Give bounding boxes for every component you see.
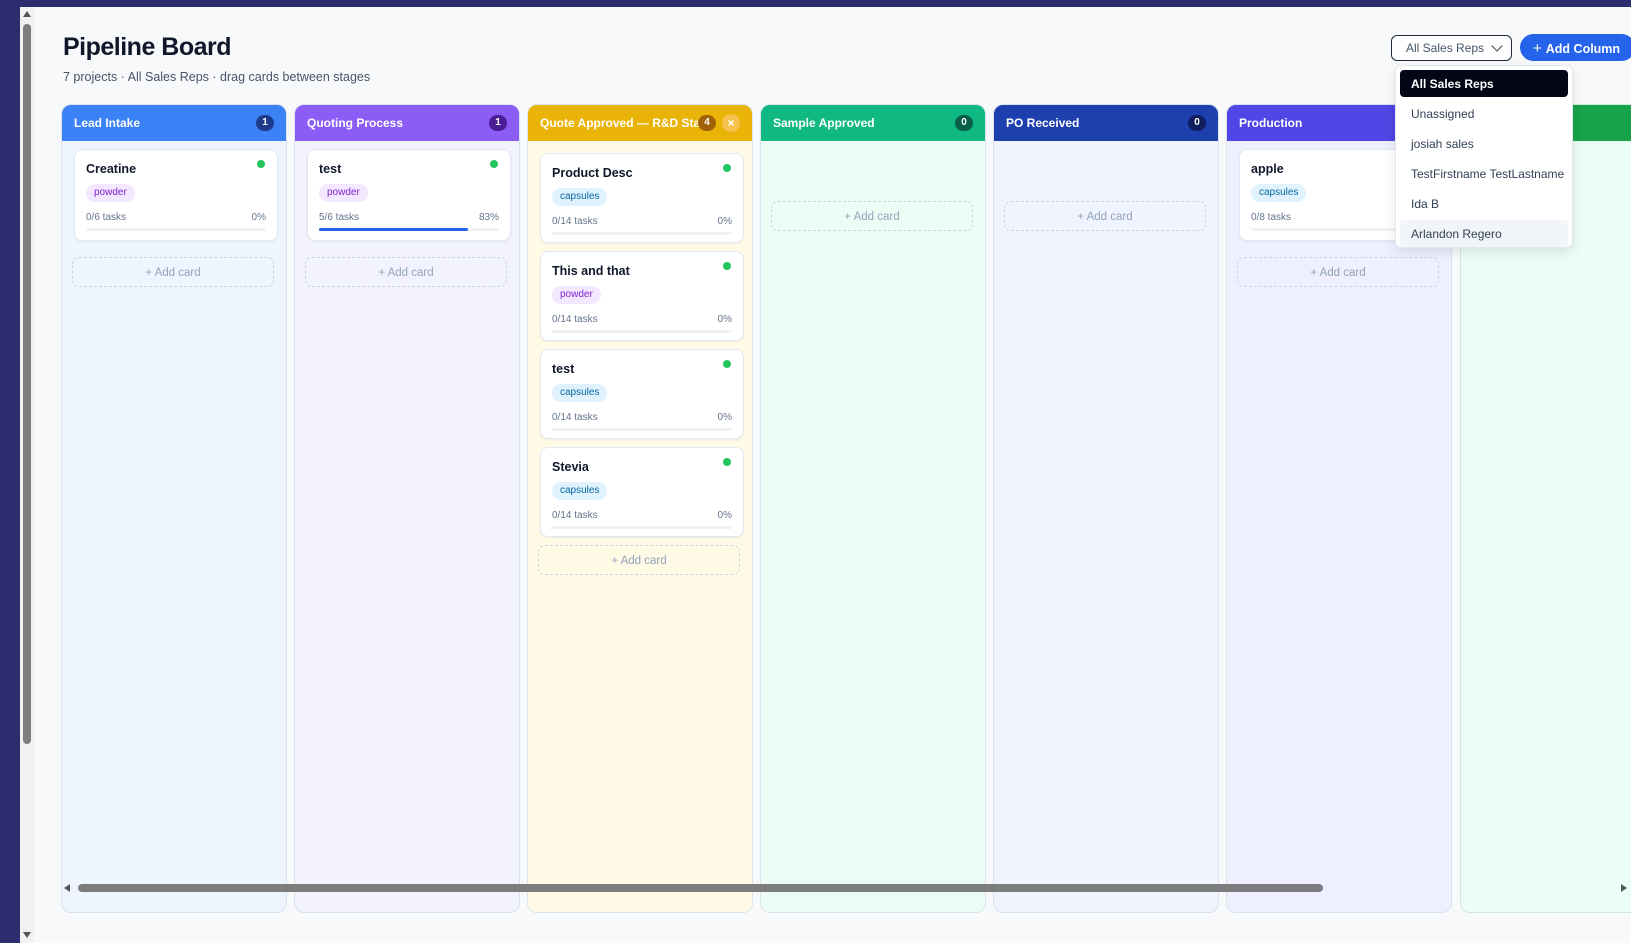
project-card[interactable]: test powder 5/6 tasks 83% [307, 149, 511, 241]
product-type-tag: powder [319, 184, 368, 202]
column-header[interactable]: Sample Approved 0 [761, 105, 985, 141]
sales-rep-filter-value: All Sales Reps [1406, 41, 1485, 55]
column-count-badge: 1 [489, 115, 507, 131]
column-title: Production [1239, 116, 1303, 130]
progress-bar [86, 228, 266, 231]
status-dot-icon [723, 458, 731, 466]
product-type-tag: capsules [552, 482, 608, 500]
progress-bar [552, 526, 732, 529]
add-card-button[interactable]: + Add card [305, 257, 507, 287]
page-subtitle: 7 projects · All Sales Reps · drag cards… [63, 70, 371, 84]
status-dot-icon [723, 360, 731, 368]
progress-bar [552, 232, 732, 235]
add-column-label: Add Column [1545, 42, 1621, 56]
progress-percent: 0% [717, 412, 732, 423]
vertical-scroll-thumb[interactable] [23, 24, 31, 744]
column-count-badge: 0 [955, 115, 973, 131]
add-column-button[interactable]: + Add Column [1520, 34, 1631, 61]
scroll-up-arrow-icon[interactable] [23, 11, 31, 17]
project-card[interactable]: test capsules 0/14 tasks 0% [540, 349, 744, 439]
task-count: 0/14 tasks [552, 216, 598, 227]
product-type-tag: powder [552, 286, 601, 304]
progress-bar-fill [319, 228, 469, 231]
status-dot-icon [723, 164, 731, 172]
column-title: PO Received [1006, 116, 1080, 130]
column-header[interactable]: Quoting Process 1 [295, 105, 519, 141]
product-type-tag: capsules [1251, 184, 1307, 202]
column-po-received: PO Received 0 + Add card [993, 104, 1219, 913]
plus-icon: + [1533, 40, 1542, 57]
dropdown-option-testfirstname-testlastname[interactable]: TestFirstname TestLastname [1400, 160, 1568, 187]
product-type-tag: powder [86, 184, 135, 202]
column-header[interactable]: Quote Approved — R&D Sta... 4 × [528, 105, 752, 141]
horizontal-scrollbar[interactable] [62, 882, 1631, 894]
card-title: Product Desc [552, 166, 633, 180]
dropdown-option-all-sales-reps[interactable]: All Sales Reps [1400, 70, 1568, 97]
column-title: Quote Approved — R&D Sta... [540, 116, 711, 130]
sales-rep-filter-select[interactable]: All Sales Reps [1391, 35, 1512, 61]
progress-percent: 0% [717, 510, 732, 521]
column-count-badge: 0 [1188, 115, 1206, 131]
dropdown-option-ida-b[interactable]: Ida B [1400, 190, 1568, 217]
horizontal-scroll-thumb[interactable] [78, 884, 1323, 892]
column-quote-approved: Quote Approved — R&D Sta... 4 × Product Des… [527, 104, 753, 913]
card-title: test [319, 162, 342, 176]
card-title: This and that [552, 264, 630, 278]
card-title: apple [1251, 162, 1284, 176]
column-sample-approved: Sample Approved 0 + Add card [760, 104, 986, 913]
product-type-tag: capsules [552, 188, 608, 206]
close-icon[interactable]: × [722, 114, 740, 132]
column-count-badge: 1 [256, 115, 274, 131]
add-card-button[interactable]: + Add card [1237, 257, 1439, 287]
task-count: 0/14 tasks [552, 314, 598, 325]
chevron-down-icon [1491, 40, 1503, 52]
vertical-scrollbar[interactable] [20, 7, 34, 943]
project-card[interactable]: Creatine powder 0/6 tasks 0% [74, 149, 278, 241]
status-dot-icon [257, 160, 265, 168]
column-count-badge: 4 [698, 115, 716, 131]
project-card[interactable]: This and that powder 0/14 tasks 0% [540, 251, 744, 341]
card-title: test [552, 362, 575, 376]
project-card[interactable]: Stevia capsules 0/14 tasks 0% [540, 447, 744, 537]
task-count: 0/14 tasks [552, 412, 598, 423]
card-title: Creatine [86, 162, 137, 176]
task-count: 0/14 tasks [552, 510, 598, 521]
product-type-tag: capsules [552, 384, 608, 402]
status-dot-icon [490, 160, 498, 168]
progress-percent: 0% [717, 314, 732, 325]
column-header[interactable]: Lead Intake 1 [62, 105, 286, 141]
task-count: 5/6 tasks [319, 212, 360, 223]
progress-percent: 0% [717, 216, 732, 227]
window-top-border [0, 0, 1631, 7]
column-lead-intake: Lead Intake 1 Creatine powder 0/6 tasks 0% + A… [61, 104, 287, 913]
column-title: Quoting Process [307, 116, 404, 130]
pipeline-board-app: Pipeline Board 7 projects · All Sales Re… [20, 7, 1631, 943]
card-title: Stevia [552, 460, 589, 474]
page-title: Pipeline Board [63, 33, 232, 61]
task-count: 0/6 tasks [86, 212, 127, 223]
add-card-button[interactable]: + Add card [72, 257, 274, 287]
scroll-left-arrow-icon[interactable] [64, 884, 70, 892]
scroll-right-arrow-icon[interactable] [1621, 884, 1627, 892]
dropdown-option-arlandon-regero[interactable]: Arlandon Regero [1400, 220, 1568, 247]
progress-bar [319, 228, 499, 231]
task-count: 0/8 tasks [1251, 212, 1292, 223]
add-card-button[interactable]: + Add card [538, 545, 740, 575]
progress-percent: 83% [478, 212, 499, 223]
column-header[interactable]: PO Received 0 [994, 105, 1218, 141]
scroll-down-arrow-icon[interactable] [23, 932, 31, 938]
status-dot-icon [723, 262, 731, 270]
dropdown-option-unassigned[interactable]: Unassigned [1400, 100, 1568, 127]
dropdown-option-josiah-sales[interactable]: josiah sales [1400, 130, 1568, 157]
column-title: Lead Intake [74, 116, 141, 130]
progress-bar [552, 428, 732, 431]
add-card-button[interactable]: + Add card [771, 201, 973, 231]
project-card[interactable]: Product Desc capsules 0/14 tasks 0% [540, 153, 744, 243]
column-title: Sample Approved [773, 116, 875, 130]
sales-rep-dropdown-menu: All Sales Reps Unassigned josiah sales T… [1395, 65, 1573, 248]
add-card-button[interactable]: + Add card [1004, 201, 1206, 231]
progress-bar [552, 330, 732, 333]
column-quoting-process: Quoting Process 1 test powder 5/6 tasks 83% + … [294, 104, 520, 913]
progress-percent: 0% [251, 212, 266, 223]
